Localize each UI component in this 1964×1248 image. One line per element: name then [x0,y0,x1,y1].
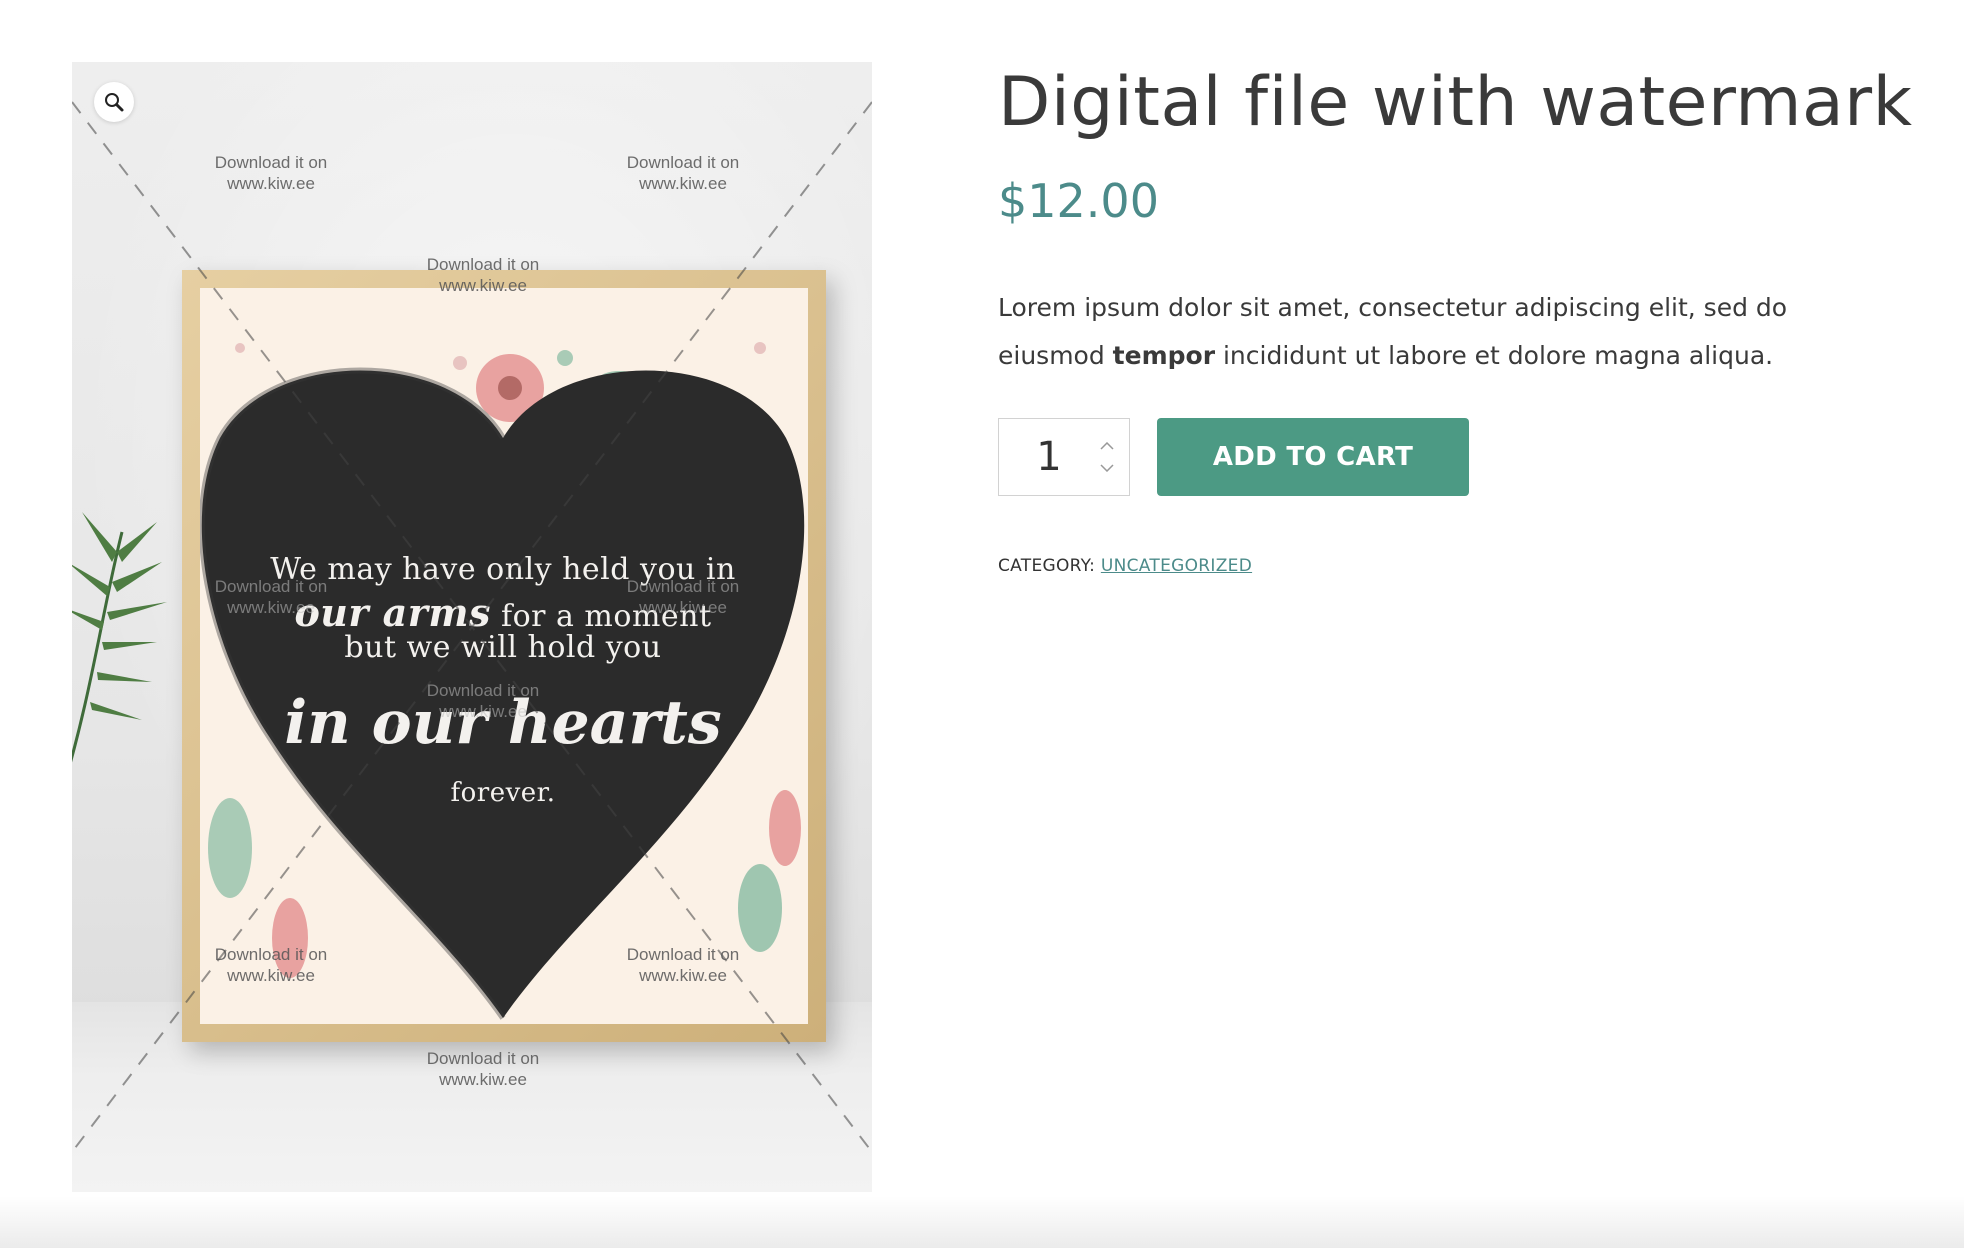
watermark-text: Download it on www.kiw.ee [214,577,328,617]
product-page: We may have only held you in our arms fo… [0,0,1964,1248]
watermark-text: Download it on www.kiw.ee [626,577,740,617]
add-to-cart-button[interactable]: ADD TO CART [1157,418,1469,496]
product-description: Lorem ipsum dolor sit amet, consectetur … [998,293,1788,370]
chevron-down-icon [1100,464,1114,472]
zoom-button[interactable] [94,82,134,122]
watermark-text: Download it on www.kiw.ee [426,681,540,721]
print-artwork: We may have only held you in our arms fo… [200,288,808,1024]
product-meta: CATEGORY: UNCATEGORIZED [998,556,1252,576]
magnifier-icon [105,93,124,112]
chevron-up-icon [1100,442,1114,450]
page-footer-edge [0,1196,1964,1248]
quantity-increase-button[interactable] [1095,437,1119,455]
plant-decoration [72,512,167,763]
product-price: $12.00 [998,174,1159,228]
watermark-text: Download it on www.kiw.ee [426,1049,540,1089]
description-bold: tempor [1112,341,1216,370]
watermark-text: Download it on www.kiw.ee [214,945,328,985]
quantity-stepper[interactable]: 1 [998,418,1130,496]
watermark-text: Download it on www.kiw.ee [626,945,740,985]
category-link[interactable]: UNCATEGORIZED [1101,556,1252,576]
watermark-text: Download it on www.kiw.ee [214,153,328,193]
quantity-input[interactable]: 1 [999,419,1099,495]
picture-frame: We may have only held you in our arms fo… [182,270,826,1042]
product-gallery[interactable]: We may have only held you in our arms fo… [72,62,872,1192]
quantity-decrease-button[interactable] [1095,459,1119,477]
product-title: Digital file with watermark [998,63,1913,142]
quote-line-3: but we will hold you [344,630,662,665]
quote-line-5: forever. [450,778,556,808]
watermark-text: Download it on www.kiw.ee [626,153,740,193]
watermark-text: Download it on www.kiw.ee [426,255,540,295]
category-label: CATEGORY: [998,556,1096,576]
